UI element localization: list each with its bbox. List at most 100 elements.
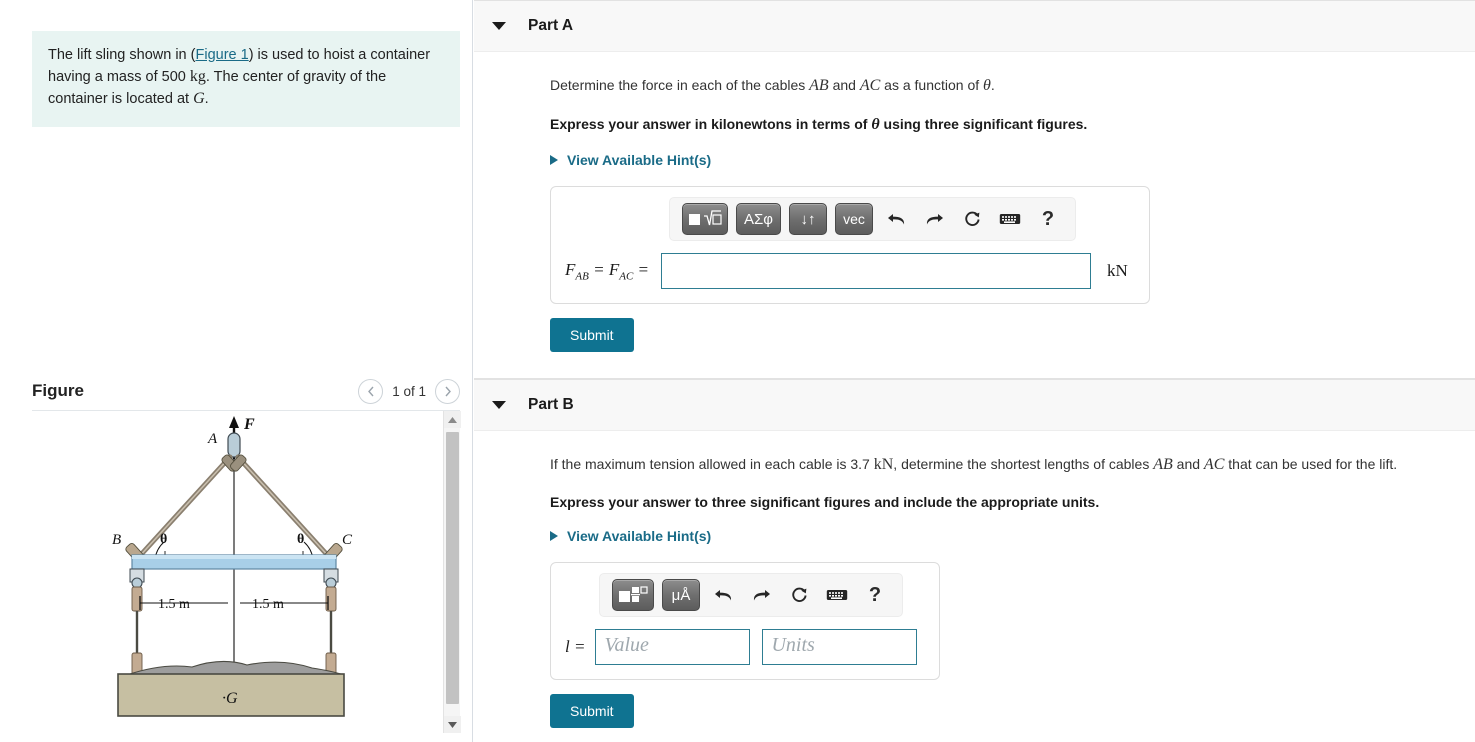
mastering-physics-page: The lift sling shown in (Figure 1) is us… [0,0,1475,742]
figure-navigation: 1 of 1 [358,378,460,404]
part-a-theta: θ [983,77,991,94]
ab-subscript: AB [575,270,589,283]
keyboard-icon[interactable] [995,204,1025,234]
part-a-cable-ab: AB [809,77,829,94]
part-a-toolbar: ΑΣφ ↓↑ vec ? [669,197,1077,241]
part-b-instruction: Express your answer to three significant… [550,494,1100,510]
part-b-submit-button[interactable]: Submit [550,694,634,728]
part-b-prompt-pre: If the maximum tension allowed in each c… [550,456,874,472]
part-a-answer-input[interactable] [661,253,1092,289]
undo-arrow-icon [887,214,904,225]
ac-subscript: AC [619,270,634,283]
part-a-hints-label: View Available Hint(s) [567,152,712,168]
figure-header: Figure 1 of 1 [32,372,460,410]
mass-unit: kg [189,67,206,85]
part-a-answer-box: ΑΣφ ↓↑ vec ? FAB = FAC = kN [550,186,1150,304]
part-b-units-input[interactable] [762,629,918,665]
math-template-icon [689,210,722,226]
point-c-label: C [342,532,353,548]
undo-arrow-icon [714,590,731,601]
chevron-left-icon [367,386,374,396]
part-a-body: Determine the force in each of the cable… [474,52,1475,352]
triangle-right-icon [550,531,558,541]
part-a-template-button[interactable] [682,203,728,235]
keyboard-glyph-icon [999,214,1021,224]
part-b-template-button[interactable] [612,579,654,611]
scroll-down-button[interactable] [444,716,461,733]
scroll-up-button[interactable] [444,411,461,428]
part-a-cable-ac: AC [859,77,881,94]
right-panel: Part A Determine the force in each of th… [474,0,1475,742]
part-a-instruction-theta: θ [871,116,880,133]
part-a-unit-label: kN [1107,261,1128,280]
figure-frame: F A θ θ B C 1.5 m 1.5 m ·G [32,410,461,733]
caret-down-icon[interactable] [492,22,506,30]
lift-sling-diagram: F A θ θ B C 1.5 m 1.5 m ·G [112,416,353,717]
part-a-prompt: Determine the force in each of the cable… [550,74,1475,98]
part-a-arrows-button[interactable]: ↓↑ [789,203,828,235]
part-a-submit-button[interactable]: Submit [550,318,634,352]
part-b-body: If the maximum tension allowed in each c… [474,431,1475,728]
part-a-header[interactable]: Part A [474,0,1475,52]
cg-point-label: G [193,90,205,108]
point-b-label: B [112,532,121,548]
part-a-answer-row: FAB = FAC = kN [565,253,1135,289]
part-b-cable-ac: AC [1203,456,1225,473]
figure-1-link[interactable]: Figure 1 [195,47,248,63]
part-a-vec-button[interactable]: vec [835,203,874,235]
units-template-icon [619,586,648,602]
figure-counter: 1 of 1 [392,383,426,399]
theta-right-label: θ [297,532,304,547]
part-b-prompt: If the maximum tension allowed in each c… [550,453,1475,477]
part-a-title: Part A [528,17,574,34]
part-b-answer-row: l = [565,629,925,665]
part-b-micro-button[interactable]: μÅ [662,579,700,611]
problem-text-before: The lift sling shown in ( [48,47,196,63]
equals-1: = [588,259,609,279]
part-b-view-hints[interactable]: View Available Hint(s) [550,528,1475,544]
theta-left-label: θ [160,532,167,547]
part-b-header[interactable]: Part B [474,379,1475,431]
equals-2: = [633,259,650,279]
part-b-cable-ab: AB [1153,456,1173,473]
triangle-right-icon [550,155,558,165]
keyboard-icon[interactable] [822,580,852,610]
figure-next-button[interactable] [435,378,460,404]
part-b-hints-label: View Available Hint(s) [567,528,712,544]
part-b-prompt-post: that can be used for the lift. [1224,456,1398,472]
reset-icon[interactable] [957,204,987,234]
help-icon[interactable]: ? [1033,204,1063,234]
part-a-instruction: Express your answer in kilonewtons in te… [550,113,1475,137]
f-symbol-2: F [608,259,620,279]
undo-icon[interactable] [708,580,738,610]
part-a-instruction-post: using three significant figures. [879,116,1088,132]
part-a-prompt-end: . [990,77,995,93]
triangle-up-icon [448,416,457,423]
part-a-answer-label: FAB = FAC = [565,260,649,282]
redo-icon[interactable] [746,580,776,610]
part-a-greek-button[interactable]: ΑΣφ [736,203,782,235]
help-icon[interactable]: ? [860,580,890,610]
part-b-value-input[interactable] [595,629,751,665]
reset-icon[interactable] [784,580,814,610]
problem-period: . [204,91,209,108]
caret-down-icon[interactable] [492,401,506,409]
part-b-title: Part B [528,396,574,413]
part-a-prompt-pre: Determine the force in each of the cable… [550,77,810,93]
redo-arrow-icon [753,590,770,601]
part-b-answer-label: l = [565,637,586,656]
part-b-toolbar: μÅ ? [599,573,903,617]
figure-prev-button[interactable] [358,378,384,404]
force-label: F [243,416,255,433]
redo-arrow-icon [926,214,943,225]
dimension-left-label: 1.5 m [158,597,190,612]
figure-scrollbar[interactable] [443,411,461,733]
reset-circular-arrow-icon [791,587,807,602]
left-panel: The lift sling shown in (Figure 1) is us… [0,0,473,742]
redo-icon[interactable] [919,204,949,234]
undo-icon[interactable] [881,204,911,234]
dimension-right-label: 1.5 m [252,597,284,612]
part-a-view-hints[interactable]: View Available Hint(s) [550,152,1475,168]
part-a-prompt-mid: and [828,77,860,93]
scrollbar-thumb[interactable] [446,432,459,704]
